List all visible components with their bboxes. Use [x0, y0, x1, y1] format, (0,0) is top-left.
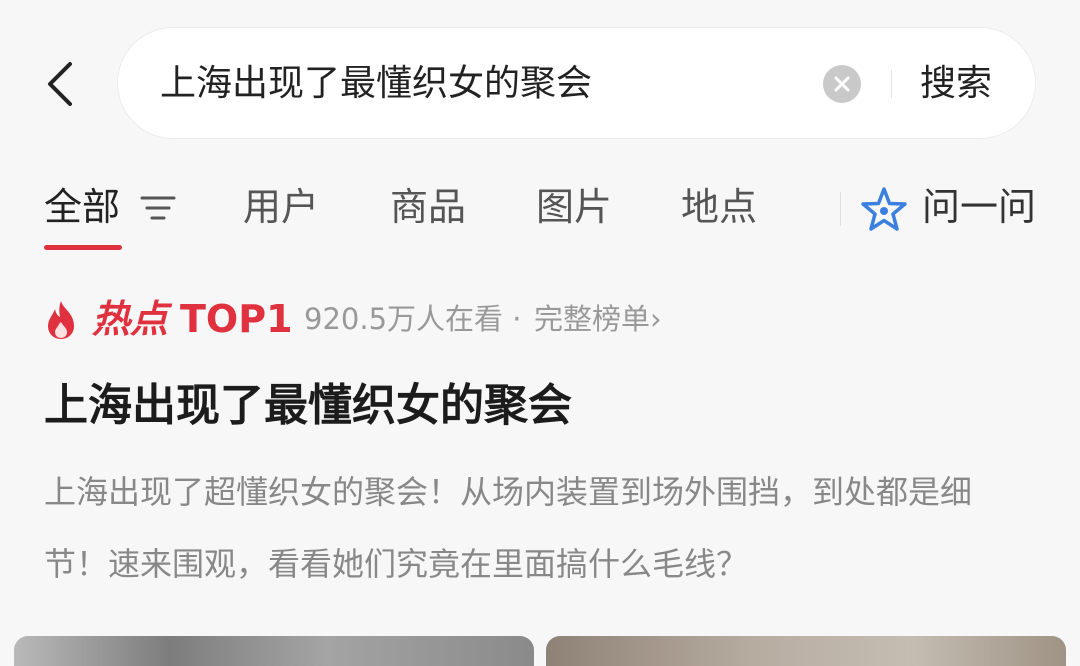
hot-rank: TOP1	[180, 297, 293, 341]
tab-places[interactable]: 地点	[681, 182, 757, 232]
back-button[interactable]	[38, 56, 86, 112]
viewer-count: 920.5万人在看 ·	[304, 302, 522, 336]
tab-all[interactable]: 全部	[44, 182, 120, 232]
search-input[interactable]: 上海出现了最懂织女的聚会	[160, 28, 592, 140]
tab-products[interactable]: 商品	[390, 182, 466, 232]
active-tab-indicator	[44, 245, 122, 250]
result-image-left[interactable]	[14, 636, 534, 666]
hot-label: 热点	[92, 297, 169, 341]
clear-search-button[interactable]	[823, 65, 861, 103]
search-box[interactable]: 上海出现了最懂织女的聚会 搜索	[117, 27, 1036, 139]
chevron-left-icon	[48, 62, 72, 106]
tab-images[interactable]: 图片	[536, 182, 612, 232]
topic-description: 上海出现了超懂织女的聚会！从场内装置到场外围挡，到处都是细节！速来围观，看看她们…	[44, 473, 973, 583]
full-ranking-link[interactable]: 完整榜单›	[534, 297, 662, 341]
filter-icon[interactable]	[139, 190, 177, 226]
ai-star-icon[interactable]	[860, 186, 908, 234]
topic-title[interactable]: 上海出现了最懂织女的聚会	[44, 376, 572, 436]
search-button[interactable]: 搜索	[920, 28, 992, 140]
clear-x-icon	[834, 76, 850, 92]
flame-icon	[48, 301, 74, 339]
top-bar: 上海出现了最懂织女的聚会 搜索	[0, 0, 1080, 160]
chevron-right-icon: ›	[650, 302, 662, 336]
result-image-right[interactable]	[546, 636, 1066, 666]
search-divider	[891, 70, 892, 98]
tab-divider	[840, 192, 841, 226]
tab-users[interactable]: 用户	[243, 182, 319, 232]
ask-button[interactable]: 问一问	[922, 182, 1036, 232]
